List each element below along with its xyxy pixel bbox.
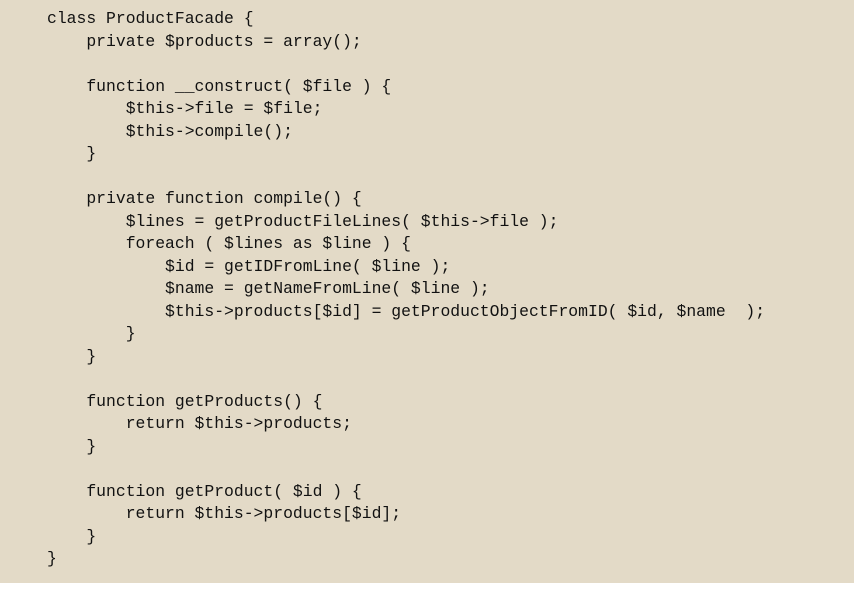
code-line: private $products = array(); xyxy=(47,31,362,51)
code-line: $name = getNameFromLine( $line ); xyxy=(47,279,490,298)
code-line: $this->compile(); xyxy=(47,121,293,141)
code-line: return $this->products[$id]; xyxy=(47,504,402,523)
code-line: } xyxy=(47,549,57,568)
code-line: } xyxy=(47,526,97,546)
code-line: private function compile() { xyxy=(47,189,362,208)
code-listing-panel: class ProductFacade { private $products … xyxy=(0,0,854,593)
code-line: return $this->products; xyxy=(47,414,352,433)
code-line: $id = getIDFromLine( $line ); xyxy=(47,256,451,276)
code-line: function getProducts() { xyxy=(47,391,323,411)
code-line: foreach ( $lines as $line ) { xyxy=(47,234,411,253)
code-line: } xyxy=(47,144,97,163)
code-line: class ProductFacade { xyxy=(47,9,254,28)
code-line: $lines = getProductFileLines( $this->fil… xyxy=(47,211,559,231)
code-line: } xyxy=(47,436,97,456)
caption-fragment xyxy=(0,583,854,593)
code-line: function getProduct( $id ) { xyxy=(47,481,362,501)
code-line: } xyxy=(47,324,136,343)
code-block: class ProductFacade { private $products … xyxy=(47,8,765,571)
code-line: function __construct( $file ) { xyxy=(47,76,392,96)
code-line: $this->file = $file; xyxy=(47,99,323,118)
code-line: } xyxy=(47,346,97,366)
code-line: $this->products[$id] = getProductObjectF… xyxy=(47,301,766,321)
